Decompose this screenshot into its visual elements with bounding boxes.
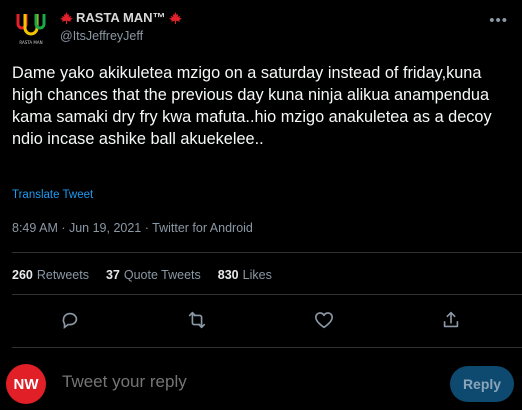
share-icon[interactable] bbox=[440, 309, 462, 331]
maple-leaf-icon bbox=[168, 11, 182, 24]
author-avatar[interactable]: RASTA MAN bbox=[12, 8, 50, 48]
user-avatar[interactable]: NW bbox=[6, 364, 46, 404]
translate-tweet-link[interactable]: Translate Tweet bbox=[12, 189, 93, 201]
quotes-stat[interactable]: 37 Quote Tweets bbox=[106, 268, 201, 282]
maple-leaf-icon bbox=[60, 11, 73, 24]
retweets-stat[interactable]: 260 Retweets bbox=[12, 268, 89, 282]
action-bar bbox=[0, 305, 522, 335]
likes-label: Likes bbox=[242, 268, 272, 282]
display-name-text: RASTA MAN™ bbox=[76, 10, 166, 25]
more-options-icon[interactable]: ••• bbox=[489, 12, 508, 29]
uwu-logo-icon: RASTA MAN bbox=[12, 8, 50, 48]
divider bbox=[12, 252, 522, 253]
quotes-count: 37 bbox=[105, 268, 120, 282]
retweets-label: Retweets bbox=[36, 268, 89, 282]
author-names: RASTA MAN™ @ItsJeffreyJeff bbox=[60, 10, 182, 43]
retweet-icon[interactable] bbox=[186, 309, 208, 331]
display-name[interactable]: RASTA MAN™ bbox=[60, 10, 182, 25]
avatar-caption: RASTA MAN bbox=[19, 40, 42, 45]
reply-icon[interactable] bbox=[59, 309, 81, 331]
reply-button[interactable]: Reply bbox=[450, 366, 514, 402]
tweet-text: Dame yako akikuletea mzigo on a saturday… bbox=[12, 64, 492, 148]
tweet-meta: 8:49 AM · Jun 19, 2021 · Twitter for And… bbox=[12, 221, 253, 235]
likes-count: 830 bbox=[217, 268, 239, 282]
tweet-header: RASTA MAN RASTA MAN™ @ItsJeffreyJeff ••• bbox=[12, 8, 510, 48]
like-icon[interactable] bbox=[313, 309, 335, 331]
likes-stat[interactable]: 830 Likes bbox=[218, 268, 272, 282]
quotes-label: Quote Tweets bbox=[123, 268, 201, 282]
divider bbox=[12, 294, 522, 295]
engagement-stats: 260 Retweets 37 Quote Tweets 830 Likes bbox=[12, 268, 272, 282]
divider bbox=[12, 347, 522, 348]
retweets-count: 260 bbox=[12, 268, 33, 282]
reply-composer: NW Reply bbox=[0, 350, 522, 410]
author-handle[interactable]: @ItsJeffreyJeff bbox=[60, 29, 182, 43]
reply-input[interactable] bbox=[62, 372, 422, 392]
